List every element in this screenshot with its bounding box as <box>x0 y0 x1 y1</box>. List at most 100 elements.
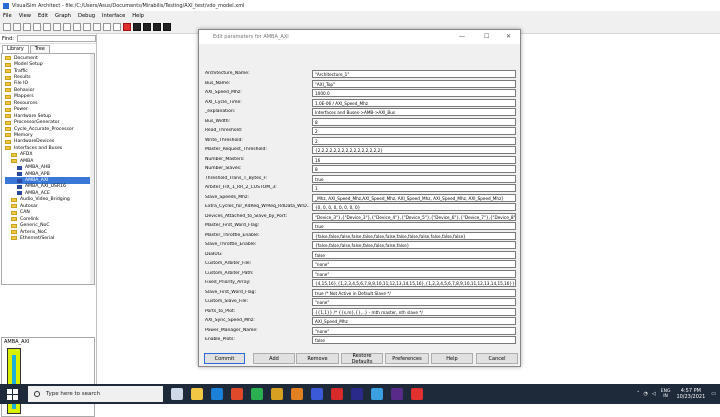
edge-icon[interactable] <box>211 388 223 400</box>
menu-view[interactable]: View <box>19 13 31 19</box>
param-value-field[interactable]: 2 <box>312 136 516 145</box>
param-label: Enable_Plots: <box>205 337 235 342</box>
fast-forward-icon[interactable] <box>153 22 161 31</box>
param-value-field[interactable]: 1000.0 <box>312 89 516 97</box>
param-value-field[interactable]: {2,2,2,2,2,2,2,2,2,2,2,2,2,2,2,2} <box>312 146 516 154</box>
settings-icon[interactable] <box>103 22 111 31</box>
close-icon[interactable]: ✕ <box>506 33 511 40</box>
folder-icon <box>11 230 17 235</box>
param-value-field[interactable]: {0, 0, 0, 0, 0, 0, 0, 0} <box>312 203 516 211</box>
app-icon-2[interactable] <box>271 388 283 400</box>
commit-button[interactable]: Commit <box>204 353 245 364</box>
cancel-button[interactable]: Cancel <box>476 353 518 364</box>
param-value-field[interactable]: "none" <box>312 269 516 278</box>
menu-file[interactable]: File <box>3 13 12 19</box>
param-value-field[interactable]: true <box>312 174 516 183</box>
notification-icon[interactable]: ▭ <box>711 391 716 397</box>
app-icon-5[interactable] <box>331 388 343 400</box>
preferences-button[interactable]: Preferences <box>385 353 429 364</box>
folder-icon <box>5 120 11 125</box>
end-icon[interactable] <box>163 22 171 31</box>
redo-icon[interactable] <box>83 22 91 31</box>
app-icon-4[interactable] <box>311 388 323 400</box>
block-preview: AMBA_AXI <box>1 337 95 417</box>
add-button[interactable]: Add <box>253 353 295 364</box>
menu-interface[interactable]: Interface <box>102 13 125 19</box>
param-value-field[interactable]: "AXI_Top" <box>312 79 516 88</box>
app-icon-7[interactable] <box>371 388 383 400</box>
param-value-field[interactable]: "none" <box>312 298 516 306</box>
param-value-field[interactable]: "Device_3"},{"Device_3"},{"Device_4"},{"… <box>312 212 516 221</box>
app-icon-1[interactable] <box>231 388 243 400</box>
tree-item-label: AMBA_APB <box>25 171 50 177</box>
param-value-field[interactable]: "Architecture_1" <box>312 70 516 78</box>
tree-item[interactable]: Ethernet/Serial <box>5 235 94 241</box>
new-icon[interactable] <box>3 22 11 31</box>
menu-debug[interactable]: Debug <box>78 13 95 19</box>
tab-library[interactable]: Library <box>2 45 29 53</box>
tree-item-label: AMBA_ACE <box>25 190 50 196</box>
stop-icon[interactable] <box>123 22 131 31</box>
remove-button[interactable]: Remove <box>296 353 339 364</box>
print-icon[interactable] <box>33 22 41 31</box>
param-value-field[interactable]: true <box>312 222 516 230</box>
param-value-field[interactable]: {4,15,16},{1,2,3,4,5,6,7,8,9,10,11,12,13… <box>312 279 516 287</box>
menu-graph[interactable]: Graph <box>55 13 71 19</box>
param-label: DEBUG: <box>205 251 223 257</box>
tree-scrollbar[interactable] <box>90 54 94 284</box>
app-icon-3[interactable] <box>291 388 303 400</box>
language-indicator[interactable]: ENG IN <box>661 389 671 400</box>
menu-edit[interactable]: Edit <box>38 13 48 19</box>
network-icon[interactable]: ◔ <box>644 391 648 397</box>
zoom-fit-icon[interactable] <box>63 22 71 31</box>
app-icon-8[interactable] <box>411 388 423 400</box>
debug-icon[interactable] <box>93 22 101 31</box>
param-label: Master_Throttle_Enable: <box>205 232 260 238</box>
title-bar: VisualSim Architect - file:/C:/Users/Asu… <box>0 0 720 11</box>
app-icon-6[interactable] <box>351 388 363 400</box>
open-icon[interactable] <box>13 22 21 31</box>
tab-tree[interactable]: Tree <box>29 45 50 53</box>
premiere-icon[interactable] <box>391 388 403 400</box>
param-value-field[interactable]: 8 <box>312 117 516 126</box>
param-value-field[interactable]: {{1,1}} /* {{s,m},{},..} - mth master, n… <box>312 307 516 316</box>
start-icon[interactable] <box>5 387 19 401</box>
tray-chevron-icon[interactable]: ˄ <box>637 391 640 397</box>
param-value-field[interactable]: 1 <box>312 184 516 192</box>
zoom-in-icon[interactable] <box>43 22 51 31</box>
param-value-field[interactable]: _Mhz, AXI_Speed_Mhz,AXI_Speed_Mhz, AXI_S… <box>312 193 516 202</box>
param-value-field[interactable]: {false,false,false,false,false,false,fal… <box>312 241 516 249</box>
param-value-field[interactable]: AXI_Speed_Mhz <box>312 317 516 325</box>
minimize-icon[interactable]: — <box>459 33 465 40</box>
param-value-field[interactable]: Interfaces and Buses->AMB->AXI_Bus <box>312 108 516 116</box>
param-value-field[interactable]: {false,false,false,false,false,false,fal… <box>312 231 516 240</box>
task-view-icon[interactable] <box>171 388 183 400</box>
param-value-field[interactable]: false <box>312 250 516 259</box>
run-icon[interactable] <box>113 22 121 31</box>
find-input[interactable] <box>16 35 96 42</box>
menu-help[interactable]: Help <box>132 13 144 19</box>
param-value-field[interactable]: "none" <box>312 326 516 335</box>
param-row: Slave_Throttle_Enable: {false,false,false… <box>205 241 517 250</box>
taskbar-search[interactable]: Type here to search <box>28 386 163 402</box>
param-value-field[interactable]: true /* Not Active in Default Slave */ <box>312 288 516 297</box>
undo-icon[interactable] <box>73 22 81 31</box>
zoom-out-icon[interactable] <box>53 22 61 31</box>
restore-defaults-button[interactable]: Restore Defaults <box>341 353 383 365</box>
maximize-icon[interactable]: ☐ <box>484 33 489 40</box>
forward-icon[interactable] <box>143 22 151 31</box>
step-icon[interactable] <box>133 22 141 31</box>
tree-item-label: Autosar <box>20 203 38 209</box>
volume-icon[interactable]: ◁ <box>652 391 656 397</box>
file-explorer-icon[interactable] <box>191 388 203 400</box>
save-icon[interactable] <box>23 22 31 31</box>
param-value-field[interactable]: 16 <box>312 155 516 164</box>
help-button[interactable]: Help <box>431 353 473 364</box>
param-value-field[interactable]: false <box>312 336 516 344</box>
param-value-field[interactable]: "none" <box>312 260 516 268</box>
param-value-field[interactable]: 8 <box>312 165 516 173</box>
clock[interactable]: 4:57 PM 10/23/2021 <box>676 388 705 400</box>
chrome-icon[interactable] <box>251 388 263 400</box>
param-value-field[interactable]: 1.0E-06 / AXI_Speed_Mhz <box>312 98 516 107</box>
param-value-field[interactable]: 2 <box>312 127 516 135</box>
